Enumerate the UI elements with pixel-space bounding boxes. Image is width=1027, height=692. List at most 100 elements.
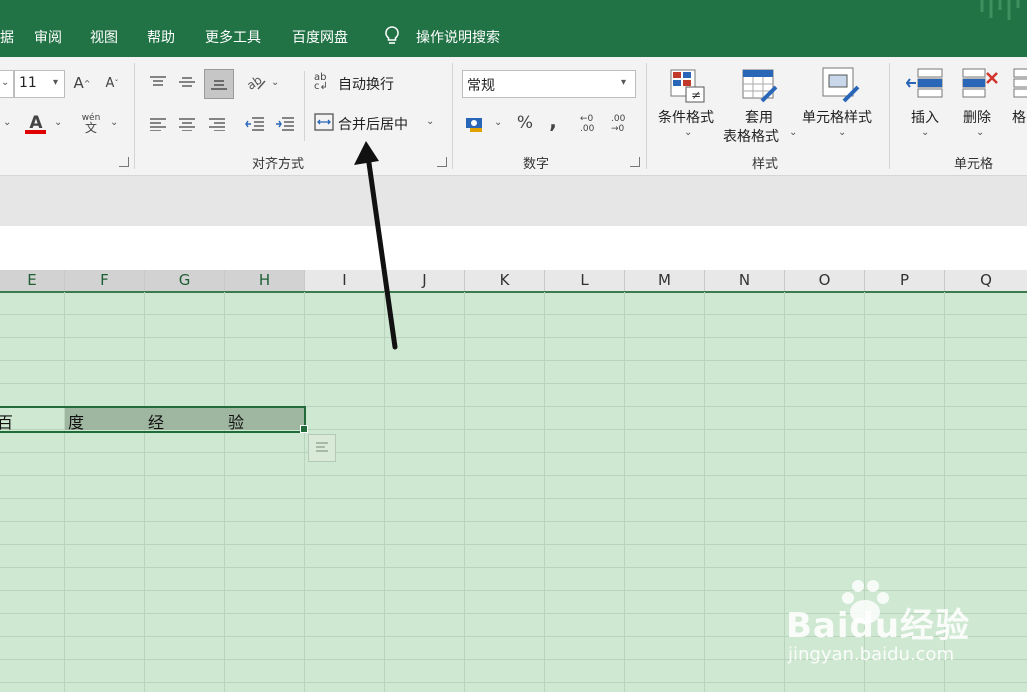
phonetic-guide-icon[interactable]: wén 文 — [80, 110, 102, 136]
format-as-table-label-2: 表格格式 — [723, 129, 779, 145]
font-name-box[interactable]: ⌄ — [0, 70, 14, 98]
watermark-brand: Baidu经验 — [786, 606, 971, 646]
decrease-decimal-button[interactable]: .00 →0 — [611, 112, 637, 136]
alignment-dialog-launcher-icon[interactable] — [437, 157, 447, 167]
align-bottom-icon[interactable] — [204, 69, 234, 99]
format-cells-label: 格 — [1012, 110, 1026, 126]
column-header-k[interactable]: K — [465, 270, 545, 291]
formula-bar[interactable] — [0, 226, 1027, 271]
ribbon-tab-bar: 据 审阅 视图 帮助 更多工具 百度网盘 操作说明搜索 — [0, 0, 1027, 57]
tab-review[interactable]: 审阅 — [34, 27, 62, 47]
tab-view[interactable]: 视图 — [90, 27, 118, 47]
group-separator — [646, 63, 647, 169]
align-left-icon[interactable] — [147, 113, 169, 135]
column-header-f[interactable]: F — [65, 270, 145, 291]
font-color-swatch — [25, 130, 46, 134]
format-as-table-label-1: 套用 — [745, 110, 773, 126]
chevron-down-icon[interactable]: ⌄ — [54, 117, 62, 128]
fill-handle[interactable] — [300, 425, 308, 433]
decorative-bars-icon — [978, 0, 1027, 26]
number-format-select[interactable]: 常规 ▾ — [462, 70, 636, 98]
cell-styles-label: 单元格样式 — [802, 110, 872, 126]
chevron-down-icon[interactable]: ⌄ — [426, 116, 434, 127]
cell-value[interactable]: 度 — [68, 409, 84, 433]
cell-value[interactable]: 经 — [148, 409, 164, 433]
tab-baidu-netdisk[interactable]: 百度网盘 — [292, 27, 348, 47]
decrease-font-icon[interactable]: Aˇ — [103, 73, 121, 93]
group-separator — [452, 63, 453, 169]
chevron-down-icon: ⌄ — [789, 127, 798, 138]
svg-text:≠: ≠ — [691, 88, 701, 102]
cell-value[interactable]: 百 — [0, 409, 13, 433]
comma-style-button[interactable]: , — [543, 109, 563, 133]
cell-styles-button[interactable]: 单元格样式 ⌄ — [800, 67, 886, 147]
column-headers: E F G H I J K L M N O P Q — [0, 270, 1027, 293]
decrease-indent-icon[interactable] — [244, 113, 266, 135]
ribbon-collapsed-area — [0, 176, 1027, 226]
chevron-down-icon: ▾ — [53, 77, 59, 88]
chevron-down-icon[interactable]: ⌄ — [3, 117, 11, 128]
column-header-l[interactable]: L — [545, 270, 625, 291]
align-center-icon[interactable] — [176, 113, 198, 135]
chevron-down-icon: ⌄ — [921, 127, 930, 138]
column-header-h[interactable]: H — [225, 270, 305, 291]
align-middle-icon[interactable] — [176, 71, 198, 93]
wrap-text-button[interactable]: ab c↲ 自动换行 — [312, 71, 422, 95]
wrap-text-icon: ab c↲ — [314, 72, 328, 92]
wrap-text-label: 自动换行 — [338, 77, 394, 93]
align-top-icon[interactable] — [147, 71, 169, 93]
column-header-g[interactable]: G — [145, 270, 225, 291]
accounting-format-icon[interactable] — [464, 113, 486, 135]
increase-font-icon[interactable]: A ^ — [73, 73, 91, 93]
column-header-m[interactable]: M — [625, 270, 705, 291]
alignment-group-label: 对齐方式 — [252, 157, 305, 172]
chevron-down-icon[interactable]: ⌄ — [494, 117, 502, 128]
conditional-formatting-icon: ≠ — [670, 69, 706, 107]
group-separator — [304, 71, 305, 141]
cells-group-label: 单元格 — [954, 157, 994, 172]
conditional-formatting-button[interactable]: ≠ 条件格式 ⌄ — [655, 67, 721, 147]
align-right-icon[interactable] — [206, 113, 228, 135]
tab-more-tools[interactable]: 更多工具 — [205, 27, 261, 47]
delete-cells-button[interactable]: 删除 ⌄ — [955, 67, 1005, 147]
tab-data[interactable]: 据 — [0, 27, 14, 47]
increase-decimal-button[interactable]: ←0 .00 — [580, 112, 606, 136]
insert-cells-button[interactable]: 插入 ⌄ — [898, 67, 950, 147]
number-group-label: 数字 — [523, 157, 550, 172]
chevron-down-icon[interactable]: ⌄ — [271, 77, 279, 88]
percent-button[interactable]: % — [514, 111, 536, 135]
column-header-n[interactable]: N — [705, 270, 785, 291]
merge-center-button[interactable]: 合并后居中 ⌄ — [312, 111, 442, 135]
number-dialog-launcher-icon[interactable] — [630, 157, 640, 167]
font-dialog-launcher-icon[interactable] — [119, 157, 129, 167]
increase-indent-icon[interactable] — [274, 113, 296, 135]
format-as-table-button[interactable]: 套用 表格格式 ⌄ — [722, 67, 798, 147]
column-header-o[interactable]: O — [785, 270, 865, 291]
number-format-value: 常规 — [467, 78, 495, 94]
orientation-icon[interactable]: ab — [245, 71, 267, 93]
tell-me-search[interactable]: 操作说明搜索 — [416, 27, 500, 47]
chevron-down-icon: ▾ — [621, 77, 627, 88]
font-size-value: 11 — [19, 75, 37, 91]
ribbon-home: ⌄ 11 ▾ A ^ Aˇ ⌄ A ⌄ wén 文 ⌄ ab ⌄ ab c↲ 自动换行… — [0, 57, 1027, 176]
chevron-down-icon: ⌄ — [684, 127, 693, 138]
insert-cells-label: 插入 — [911, 110, 939, 126]
format-cells-icon — [1012, 67, 1027, 105]
merge-center-icon — [314, 113, 334, 135]
tab-help[interactable]: 帮助 — [147, 27, 175, 47]
lightbulb-icon — [383, 25, 401, 51]
svg-text:ab: ab — [246, 73, 265, 91]
font-size-box[interactable]: 11 ▾ — [14, 70, 65, 98]
chevron-down-icon[interactable]: ⌄ — [110, 117, 118, 128]
column-header-q[interactable]: Q — [945, 270, 1027, 291]
annotation-arrow-icon — [354, 141, 398, 350]
insert-cells-icon — [905, 67, 944, 105]
watermark-url: jingyan.baidu.com — [788, 644, 955, 665]
delete-cells-label: 删除 — [963, 110, 991, 126]
merge-center-label: 合并后居中 — [338, 117, 408, 133]
quick-analysis-icon[interactable] — [308, 434, 336, 462]
format-cells-button[interactable]: 格 — [1008, 67, 1027, 147]
column-header-p[interactable]: P — [865, 270, 945, 291]
cell-value[interactable]: 验 — [228, 409, 244, 433]
column-header-e[interactable]: E — [0, 270, 65, 291]
